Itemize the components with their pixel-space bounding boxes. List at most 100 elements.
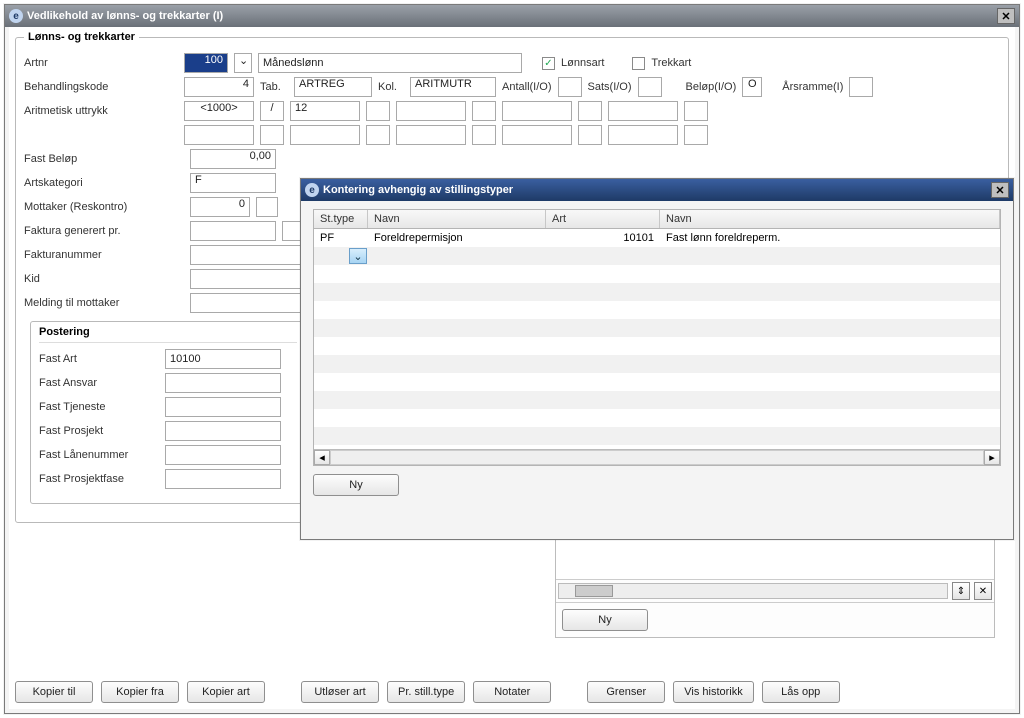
arit-slot[interactable]: [608, 101, 678, 121]
col-navn2[interactable]: Navn: [660, 210, 1000, 228]
inner-panel-hscroll-row: ⇕ ✕: [556, 579, 994, 602]
arit-slot[interactable]: [396, 101, 466, 121]
antall-field[interactable]: [558, 77, 582, 97]
chevron-down-icon[interactable]: ⌄: [349, 248, 367, 264]
arit-slot[interactable]: [396, 125, 466, 145]
arit-slot[interactable]: [472, 101, 496, 121]
melding-field[interactable]: [190, 293, 306, 313]
sats-field[interactable]: [638, 77, 662, 97]
label-fast-art: Fast Art: [39, 353, 159, 365]
notater-button[interactable]: Notater: [473, 681, 551, 703]
utloser-art-button[interactable]: Utløser art: [301, 681, 379, 703]
label-fast-belop: Fast Beløp: [24, 153, 184, 165]
col-navn[interactable]: Navn: [368, 210, 546, 228]
cell-sttype: PF: [314, 232, 368, 244]
grid-header: St.type Navn Art Navn: [314, 210, 1000, 229]
table-row[interactable]: PF Foreldrepermisjon 10101 Fast lønn for…: [314, 229, 1000, 247]
trekkart-checkbox[interactable]: [632, 57, 645, 70]
kid-field[interactable]: [190, 269, 306, 289]
label-fast-prosjektfase: Fast Prosjektfase: [39, 473, 159, 485]
modal-ny-button[interactable]: Ny: [313, 474, 399, 496]
arit-slot[interactable]: [684, 125, 708, 145]
faktura-gen-field[interactable]: [190, 221, 276, 241]
col-art[interactable]: Art: [546, 210, 660, 228]
arit-slot[interactable]: [578, 101, 602, 121]
app-icon: e: [9, 9, 23, 23]
arit-slot[interactable]: [608, 125, 678, 145]
artnavn-field[interactable]: [258, 53, 522, 73]
scroll-right-icon[interactable]: ▸: [984, 450, 1000, 465]
arit-slot[interactable]: [502, 125, 572, 145]
up-down-icon[interactable]: ⇕: [952, 582, 970, 600]
artskategori-field[interactable]: F: [190, 173, 276, 193]
kol-field[interactable]: ARITMUTR: [410, 77, 496, 97]
grid-stillingstyper: St.type Navn Art Navn PF Foreldrepermisj…: [313, 209, 1001, 466]
fast-art-field[interactable]: [165, 349, 281, 369]
mottaker-field[interactable]: 0: [190, 197, 250, 217]
fast-tjeneste-field[interactable]: [165, 397, 281, 417]
arit-slot[interactable]: [578, 125, 602, 145]
arit-slot[interactable]: [366, 101, 390, 121]
grid-rows[interactable]: PF Foreldrepermisjon 10101 Fast lønn for…: [314, 229, 1000, 449]
label-arsramme: Årsramme(I): [782, 81, 843, 93]
table-row-active[interactable]: ⌄: [314, 247, 1000, 265]
mottaker-extra[interactable]: [256, 197, 278, 217]
label-mottaker: Mottaker (Reskontro): [24, 201, 184, 213]
behkode-field[interactable]: 4: [184, 77, 254, 97]
fast-prosjektfase-field[interactable]: [165, 469, 281, 489]
fakturanummer-field[interactable]: [190, 245, 306, 265]
label-kol: Kol.: [378, 81, 404, 93]
fast-lanenr-field[interactable]: [165, 445, 281, 465]
scroll-left-icon[interactable]: ◂: [314, 450, 330, 465]
artnr-dropdown-icon[interactable]: ⌄: [234, 53, 252, 73]
arit-slot[interactable]: [472, 125, 496, 145]
lonnsart-checkbox[interactable]: [542, 57, 555, 70]
label-fast-ansvar: Fast Ansvar: [39, 377, 159, 389]
kopier-fra-button[interactable]: Kopier fra: [101, 681, 179, 703]
label-artnr: Artnr: [24, 57, 178, 69]
arit-slot[interactable]: [502, 101, 572, 121]
pr-still-type-button[interactable]: Pr. still.type: [387, 681, 465, 703]
scroll-track[interactable]: [330, 450, 984, 465]
cell-art: 10101: [546, 232, 660, 244]
modal-body: St.type Navn Art Navn PF Foreldrepermisj…: [305, 201, 1009, 535]
inner-hscrollbar[interactable]: [558, 583, 948, 599]
col-sttype[interactable]: St.type: [314, 210, 368, 228]
arit-slot[interactable]: [260, 125, 284, 145]
kopier-til-button[interactable]: Kopier til: [15, 681, 93, 703]
close-icon[interactable]: ✕: [997, 8, 1015, 24]
close-icon[interactable]: ✕: [991, 182, 1009, 198]
arit-op-field[interactable]: /: [260, 101, 284, 121]
cell-navn2: Fast lønn foreldreperm.: [660, 232, 1000, 244]
close-small-icon[interactable]: ✕: [974, 582, 992, 600]
arit-slot[interactable]: [290, 125, 360, 145]
belop-io-field[interactable]: O: [742, 77, 762, 97]
sttype-dropdown-cell[interactable]: ⌄: [314, 247, 368, 265]
arit-slot[interactable]: [366, 125, 390, 145]
fast-belop-field[interactable]: 0,00: [190, 149, 276, 169]
row-arit-2: [24, 125, 1000, 145]
grenser-button[interactable]: Grenser: [587, 681, 665, 703]
vis-historikk-button[interactable]: Vis historikk: [673, 681, 753, 703]
cell-navn: Foreldrepermisjon: [368, 232, 546, 244]
fast-ansvar-field[interactable]: [165, 373, 281, 393]
label-tab: Tab.: [260, 81, 288, 93]
grid-hscrollbar[interactable]: ◂ ▸: [314, 449, 1000, 465]
arsramme-field[interactable]: [849, 77, 873, 97]
tab-field[interactable]: ARTREG: [294, 77, 372, 97]
modal-titlebar: e Kontering avhengig av stillingstyper ✕: [301, 179, 1013, 201]
label-sats: Sats(I/O): [588, 81, 632, 93]
artnr-field[interactable]: 100: [184, 53, 228, 73]
group-title: Lønns- og trekkarter: [24, 31, 139, 43]
label-fakturanummer: Fakturanummer: [24, 249, 184, 261]
las-opp-button[interactable]: Lås opp: [762, 681, 840, 703]
arit-slot[interactable]: [184, 125, 254, 145]
modal-title: Kontering avhengig av stillingstyper: [323, 184, 991, 196]
arit-b-field[interactable]: 12: [290, 101, 360, 121]
app-icon: e: [305, 183, 319, 197]
fast-prosjekt-field[interactable]: [165, 421, 281, 441]
arit-slot[interactable]: [684, 101, 708, 121]
kopier-art-button[interactable]: Kopier art: [187, 681, 265, 703]
arit-a-field[interactable]: <1000>: [184, 101, 254, 121]
inner-ny-button[interactable]: Ny: [562, 609, 648, 631]
